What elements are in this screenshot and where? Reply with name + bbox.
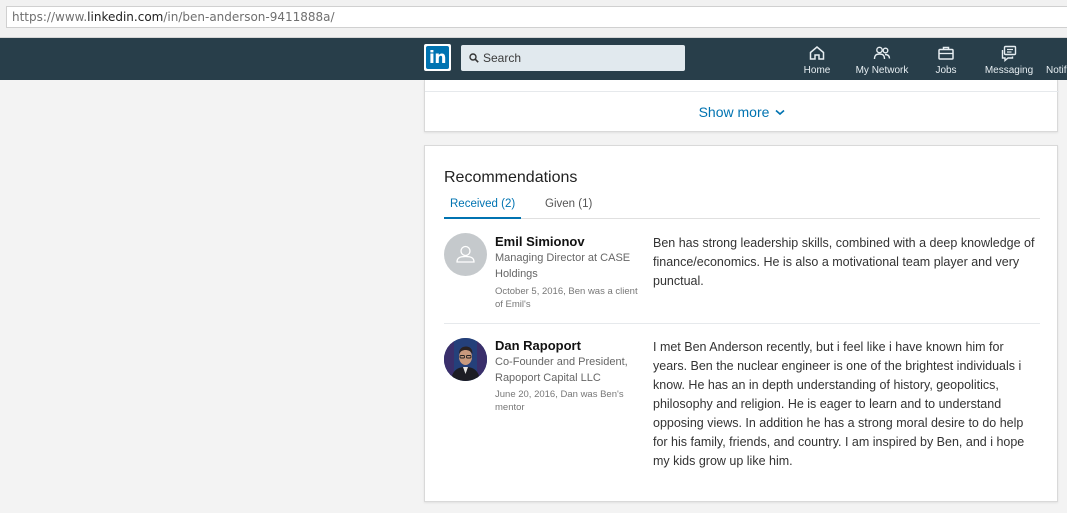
accomplishments-card: Show more xyxy=(424,80,1059,132)
recommendations-tabs: Received (2) Given (1) xyxy=(444,197,1040,219)
browser-address-bar: https://www.linkedin.com/in/ben-anderson… xyxy=(0,0,1067,38)
home-icon xyxy=(809,46,825,60)
url-prefix: https://www. xyxy=(12,10,88,24)
recommendations-card: Recommendations Received (2) Given (1) E… xyxy=(424,145,1058,502)
url-field[interactable]: https://www.linkedin.com/in/ben-anderson… xyxy=(6,6,1067,28)
search-icon xyxy=(469,53,479,63)
nav-jobs[interactable]: Jobs xyxy=(926,38,966,80)
chevron-down-icon xyxy=(775,109,785,116)
recommendation-date: June 20, 2016, Dan was Ben's mentor xyxy=(495,389,624,413)
show-more-label: Show more xyxy=(698,104,770,120)
recommendation-date: October 5, 2016, Ben was a client of Emi… xyxy=(495,286,638,310)
jobs-icon xyxy=(938,46,954,60)
recommender-name[interactable]: Emil Simionov xyxy=(495,234,585,249)
nav-my-network[interactable]: My Network xyxy=(851,38,913,80)
nav-home-label: Home xyxy=(803,65,831,76)
nav-notifications[interactable]: Notif xyxy=(1046,38,1067,80)
avatar[interactable] xyxy=(444,233,487,276)
top-navigation: in Search Home My Network Jobs Messaging… xyxy=(0,38,1067,80)
tab-received[interactable]: Received (2) xyxy=(444,197,522,219)
search-placeholder: Search xyxy=(483,51,522,65)
messaging-icon xyxy=(1001,45,1017,62)
nav-jobs-label: Jobs xyxy=(935,65,957,76)
logo-text: in xyxy=(426,46,449,69)
tab-given[interactable]: Given (1) xyxy=(539,197,598,219)
profile-photo xyxy=(444,338,487,381)
recommendation-text: Ben has strong leadership skills, combin… xyxy=(653,236,1035,288)
recommendation-item: Emil Simionov Managing Director at CASE … xyxy=(444,233,1040,323)
search-input[interactable]: Search xyxy=(461,45,685,71)
network-icon xyxy=(873,46,891,60)
nav-messaging[interactable]: Messaging xyxy=(980,38,1038,80)
linkedin-logo[interactable]: in xyxy=(424,44,451,71)
nav-messaging-label: Messaging xyxy=(984,65,1034,76)
recommender-name[interactable]: Dan Rapoport xyxy=(495,338,581,353)
url-path: /in/ben-anderson-9411888a/ xyxy=(163,10,335,24)
card-divider xyxy=(425,91,1059,92)
avatar[interactable] xyxy=(444,338,487,381)
recommender-title: Co-Founder and President, Rapoport Capit… xyxy=(495,356,628,384)
show-more-button[interactable]: Show more xyxy=(425,104,1059,120)
recommendation-text: I met Ben Anderson recently, but i feel … xyxy=(653,340,1025,468)
recommendations-title: Recommendations xyxy=(444,169,578,186)
url-domain: linkedin.com xyxy=(87,10,164,24)
nav-my-network-label: My Network xyxy=(855,65,909,76)
nav-home[interactable]: Home xyxy=(797,38,837,80)
person-placeholder-icon xyxy=(456,245,475,263)
recommendation-item: Dan Rapoport Co-Founder and President, R… xyxy=(444,323,1040,483)
nav-notifications-label: Notif xyxy=(1046,65,1067,76)
recommender-title: Managing Director at CASE Holdings xyxy=(495,252,631,280)
